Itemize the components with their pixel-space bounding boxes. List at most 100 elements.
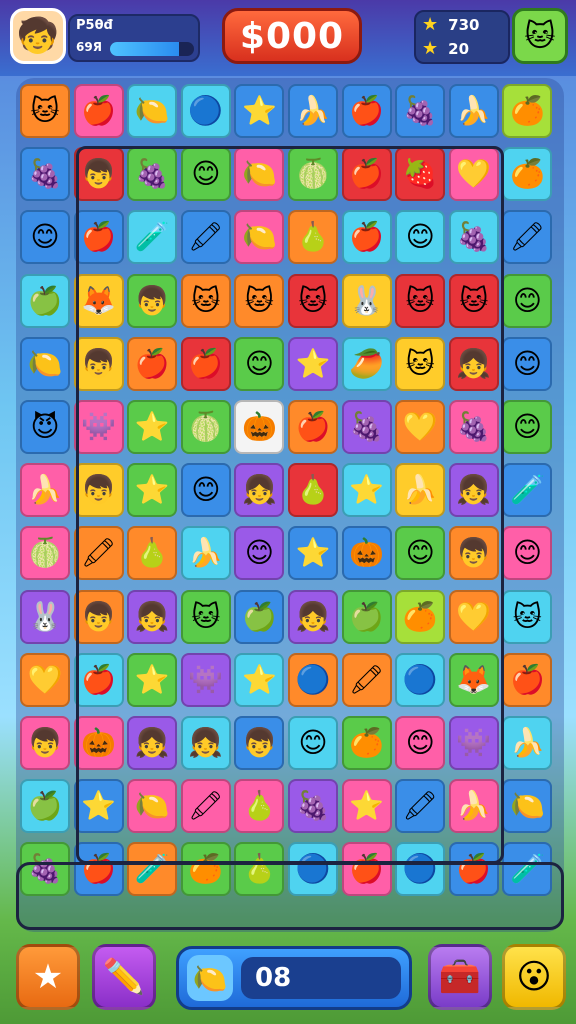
tile[interactable]: 🍎 bbox=[73, 210, 124, 265]
tile[interactable]: 🦊 bbox=[448, 652, 499, 707]
tile[interactable]: 🐰 bbox=[20, 589, 70, 644]
tile[interactable]: 🐱 bbox=[180, 589, 231, 644]
star-button[interactable]: ★ bbox=[16, 944, 80, 1010]
tile[interactable]: 💛 bbox=[448, 589, 499, 644]
tile[interactable]: 👦 bbox=[234, 716, 285, 770]
tile[interactable]: 🍇 bbox=[448, 210, 499, 265]
tile[interactable]: 🍋 bbox=[20, 336, 70, 391]
tile[interactable]: 🧪 bbox=[502, 463, 553, 518]
pencil-button[interactable]: ✏️ bbox=[92, 944, 156, 1010]
tile[interactable]: 🍇 bbox=[288, 779, 338, 834]
tile[interactable]: 🍊 bbox=[341, 716, 392, 770]
tile[interactable]: 😊 bbox=[395, 716, 446, 770]
tile[interactable]: 😊 bbox=[502, 526, 553, 581]
tile[interactable]: 🍋 bbox=[127, 84, 178, 138]
tile[interactable]: 🍓 bbox=[395, 147, 446, 202]
tile[interactable]: 🎃 bbox=[73, 716, 124, 770]
tile[interactable]: 👧 bbox=[127, 589, 178, 644]
tile[interactable]: 👦 bbox=[73, 147, 124, 202]
tile[interactable]: 🍎 bbox=[502, 652, 553, 707]
tile[interactable]: 🍊 bbox=[502, 147, 553, 202]
tile[interactable]: 🍎 bbox=[341, 147, 392, 202]
shop-button[interactable]: 🐱 bbox=[512, 8, 568, 64]
tile[interactable]: 🍇 bbox=[395, 84, 446, 138]
tile[interactable]: 🍐 bbox=[127, 526, 178, 581]
tile[interactable]: 🍌 bbox=[288, 84, 338, 138]
tile[interactable]: 🐱 bbox=[502, 589, 553, 644]
tile[interactable]: 🍐 bbox=[234, 842, 285, 897]
tile[interactable]: 👾 bbox=[73, 400, 124, 454]
tile[interactable]: 👧 bbox=[448, 336, 499, 391]
tile[interactable]: 🍋 bbox=[234, 210, 285, 265]
tile[interactable]: 👧 bbox=[234, 463, 285, 518]
tile[interactable]: 🍌 bbox=[448, 779, 499, 834]
tile[interactable]: 🐱 bbox=[288, 273, 338, 328]
tile[interactable]: ⭐ bbox=[288, 526, 338, 581]
tile[interactable]: 🔵 bbox=[180, 84, 231, 138]
tile[interactable]: 👧 bbox=[288, 589, 338, 644]
tile[interactable]: 🔵 bbox=[288, 842, 338, 897]
tile[interactable]: 😈 bbox=[20, 400, 70, 454]
tile[interactable]: 😊 bbox=[502, 273, 553, 328]
tile[interactable]: 🔵 bbox=[395, 842, 446, 897]
tile[interactable]: 🍏 bbox=[234, 589, 285, 644]
tile[interactable]: 👾 bbox=[180, 652, 231, 707]
tile[interactable]: 🍎 bbox=[341, 84, 392, 138]
tile[interactable]: 🍎 bbox=[180, 336, 231, 391]
tile[interactable]: 👦 bbox=[448, 526, 499, 581]
tile[interactable]: 🦊 bbox=[73, 273, 124, 328]
tile[interactable]: 🍈 bbox=[180, 400, 231, 454]
tile[interactable]: 🍐 bbox=[288, 210, 338, 265]
tile[interactable]: 🍋 bbox=[502, 779, 553, 834]
tile[interactable]: 🍎 bbox=[73, 842, 124, 897]
tile[interactable]: 🔵 bbox=[288, 652, 338, 707]
tile[interactable]: 🍊 bbox=[395, 589, 446, 644]
tile[interactable]: 👧 bbox=[448, 463, 499, 518]
tile[interactable]: 🍏 bbox=[341, 589, 392, 644]
tile[interactable]: 🍇 bbox=[341, 400, 392, 454]
tile[interactable]: 🧪 bbox=[127, 842, 178, 897]
tile[interactable]: ⭐ bbox=[234, 652, 285, 707]
tile[interactable]: 😊 bbox=[180, 147, 231, 202]
tile[interactable]: 🐱 bbox=[180, 273, 231, 328]
tile[interactable]: 🍋 bbox=[234, 147, 285, 202]
tile[interactable]: 🍇 bbox=[20, 147, 70, 202]
tile[interactable]: 🔵 bbox=[395, 652, 446, 707]
tile[interactable]: ⭐ bbox=[288, 336, 338, 391]
tile[interactable]: 🍎 bbox=[341, 210, 392, 265]
tile[interactable]: 👧 bbox=[127, 716, 178, 770]
tile[interactable]: 🍈 bbox=[288, 147, 338, 202]
tile[interactable]: 🖍 bbox=[502, 210, 553, 265]
tile[interactable]: ⭐ bbox=[73, 779, 124, 834]
tile[interactable]: ⭐ bbox=[341, 779, 392, 834]
tile[interactable]: 🍎 bbox=[341, 842, 392, 897]
tile[interactable]: 🧪 bbox=[502, 842, 553, 897]
coin-counter[interactable]: $000 bbox=[222, 8, 362, 64]
tile[interactable]: 🖍 bbox=[180, 210, 231, 265]
tile[interactable]: 🐰 bbox=[341, 273, 392, 328]
tile[interactable]: 🧪 bbox=[127, 210, 178, 265]
tile[interactable]: 👧 bbox=[180, 716, 231, 770]
tile[interactable]: 🍏 bbox=[20, 273, 70, 328]
player-avatar[interactable]: 🧒 bbox=[10, 8, 66, 64]
tile[interactable]: 🐱 bbox=[395, 336, 446, 391]
tile[interactable]: 😊 bbox=[395, 210, 446, 265]
box-button[interactable]: 🧰 bbox=[428, 944, 492, 1010]
tile[interactable]: ⭐ bbox=[341, 463, 392, 518]
tile[interactable]: 😊 bbox=[234, 526, 285, 581]
tile[interactable]: 🍎 bbox=[73, 84, 124, 138]
tile[interactable]: 🍎 bbox=[127, 336, 178, 391]
tile[interactable]: 😊 bbox=[20, 210, 70, 265]
tile[interactable]: 💛 bbox=[20, 652, 70, 707]
tile[interactable]: 🖍 bbox=[341, 652, 392, 707]
tile[interactable]: 🍊 bbox=[502, 84, 553, 138]
tile[interactable]: 😊 bbox=[288, 716, 338, 770]
tile[interactable]: 😊 bbox=[502, 400, 553, 454]
tile[interactable]: 🍌 bbox=[448, 84, 499, 138]
smiley-button[interactable]: 😮 bbox=[502, 944, 566, 1010]
tile[interactable]: 🍐 bbox=[234, 779, 285, 834]
tile[interactable]: 💛 bbox=[395, 400, 446, 454]
tile[interactable]: ⭐ bbox=[127, 463, 178, 518]
tile[interactable]: 🍌 bbox=[502, 716, 553, 770]
tile[interactable]: ⭐ bbox=[127, 400, 178, 454]
